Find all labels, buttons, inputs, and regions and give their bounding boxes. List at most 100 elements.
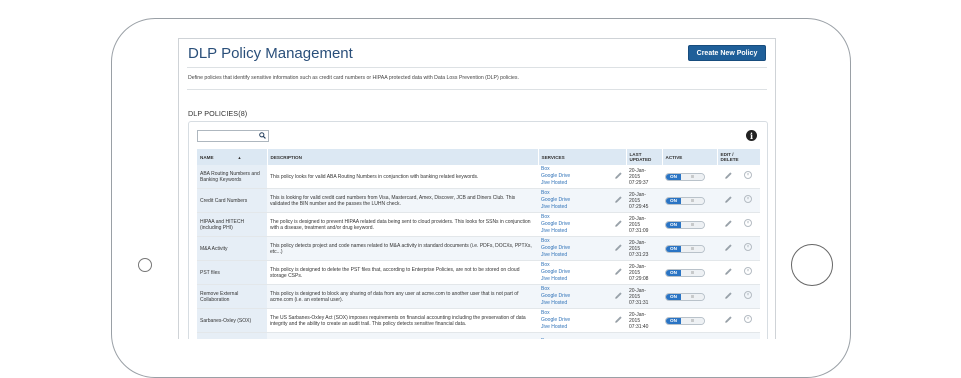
table-row: Remove External Collaboration This policy… — [197, 284, 760, 309]
active-toggle[interactable]: ON III — [665, 292, 705, 301]
policy-name[interactable]: ABA Routing Numbers and Banking Keywords — [197, 165, 267, 189]
edit-services-icon[interactable] — [614, 195, 623, 204]
policy-name[interactable]: US Social Security — [197, 332, 267, 339]
service-link[interactable]: Google Drive — [541, 245, 623, 252]
policy-name[interactable]: PST files — [197, 260, 267, 285]
policy-description: This is looking for valid credit card nu… — [267, 188, 538, 213]
search-input[interactable] — [198, 131, 260, 141]
active-cell: ONIII — [662, 188, 717, 213]
policy-description: This policy looks for valid ABA Routing … — [267, 165, 538, 189]
active-toggle[interactable]: ON III — [665, 316, 705, 325]
service-link[interactable]: Google Drive — [541, 221, 623, 228]
divider — [187, 89, 767, 90]
column-header-description: DESCRIPTION — [267, 149, 539, 165]
column-header-name[interactable]: NAME ▲ — [197, 149, 268, 165]
policy-name[interactable]: HIPAA and HITECH (including PHI) — [197, 212, 267, 237]
edit-policy-icon[interactable] — [724, 291, 733, 300]
service-link[interactable]: Google Drive — [541, 173, 623, 180]
edit-services-icon[interactable] — [614, 243, 623, 252]
tablet-camera — [138, 258, 152, 272]
service-link[interactable]: Jive Hosted — [541, 228, 623, 235]
service-link[interactable]: Jive Hosted — [541, 300, 623, 307]
column-header-last-updated: LAST UPDATED — [626, 149, 663, 165]
service-link[interactable]: Box — [541, 310, 623, 317]
delete-policy-icon[interactable]: × — [744, 267, 752, 275]
delete-policy-icon[interactable]: × — [744, 315, 752, 323]
service-link[interactable]: Google Drive — [541, 269, 623, 276]
edit-services-icon[interactable] — [614, 315, 623, 324]
last-updated-text: 07:29:08 — [629, 275, 649, 282]
page-description: Define policies that identify sensitive … — [188, 75, 519, 81]
toggle-on-label: ON — [666, 221, 681, 228]
edit-policy-icon[interactable] — [724, 315, 733, 324]
service-link[interactable]: Jive Hosted — [541, 204, 623, 211]
toggle-handle-icon: III — [681, 173, 704, 180]
service-link[interactable]: Google Drive — [541, 317, 623, 324]
policy-description: This policy is designed to block any sha… — [267, 284, 538, 309]
table-row: HIPAA and HITECH (including PHI) The poli… — [197, 212, 760, 237]
delete-policy-icon[interactable]: × — [744, 195, 752, 203]
toggle-handle-icon: III — [681, 221, 704, 228]
service-link[interactable]: Box — [541, 214, 623, 221]
last-updated-cell: 20-Jan- 2015 07:31:40 — [626, 308, 662, 333]
services-cell: Box Google Drive Jive Hosted — [538, 188, 626, 213]
toggle-on-label: ON — [666, 317, 681, 324]
delete-policy-icon[interactable]: × — [744, 219, 752, 227]
tablet-home-button — [791, 244, 833, 286]
column-header-active: ACTIVE — [662, 149, 718, 165]
edit-policy-icon[interactable] — [724, 267, 733, 276]
service-link[interactable]: Google Drive — [541, 197, 623, 204]
last-updated-cell: 20-Jan- 2015 07:31:23 — [626, 236, 662, 261]
service-link[interactable]: Box — [541, 190, 623, 197]
service-link[interactable]: Jive Hosted — [541, 252, 623, 259]
service-link[interactable]: Google Drive — [541, 293, 623, 300]
edit-policy-icon[interactable] — [724, 195, 733, 204]
active-toggle[interactable]: ON III — [665, 196, 705, 205]
service-link[interactable]: Jive Hosted — [541, 180, 623, 187]
policy-name[interactable]: M&A Activity — [197, 236, 267, 261]
policy-name[interactable]: Sarbanes-Oxley (SOX) — [197, 308, 267, 333]
delete-policy-icon[interactable]: × — [744, 243, 752, 251]
edit-policy-icon[interactable] — [724, 219, 733, 228]
policy-name[interactable]: Credit Card Numbers — [197, 188, 267, 213]
service-link[interactable]: Box — [541, 286, 623, 293]
policy-name[interactable]: Remove External Collaboration — [197, 284, 267, 309]
edit-services-icon[interactable] — [614, 291, 623, 300]
delete-policy-icon[interactable]: × — [744, 171, 752, 179]
active-toggle[interactable]: ON III — [665, 220, 705, 229]
table-row: ABA Routing Numbers and Banking Keywords… — [197, 165, 760, 189]
policies-table: NAME ▲ DESCRIPTION SERVICES LAST UPDATED A… — [197, 149, 761, 339]
service-link[interactable]: Box — [541, 262, 623, 269]
last-updated-cell: 20-Jan- 2015 07:29:45 — [626, 188, 662, 213]
sort-asc-icon[interactable]: ▲ — [238, 155, 242, 160]
table-row: Credit Card Numbers This is looking for v… — [197, 188, 760, 213]
active-cell: ONIII — [662, 284, 717, 309]
edit-services-icon[interactable] — [614, 171, 623, 180]
service-link[interactable]: Jive Hosted — [541, 276, 623, 283]
service-link[interactable]: Box — [541, 166, 623, 173]
info-icon[interactable]: i — [746, 130, 757, 141]
search-box[interactable] — [197, 130, 269, 142]
edit-services-icon[interactable] — [614, 219, 623, 228]
active-toggle[interactable]: ON III — [665, 244, 705, 253]
services-cell: Box Google Drive Jive Hosted — [538, 284, 626, 309]
last-updated-text: 07:29:37 — [629, 179, 649, 186]
services-cell: Box Google Drive Jive Hosted — [538, 236, 626, 261]
active-cell: ONIII — [662, 165, 717, 189]
edit-policy-icon[interactable] — [724, 171, 733, 180]
edit-policy-icon[interactable] — [724, 243, 733, 252]
edit-delete-cell: × — [717, 308, 760, 333]
edit-delete-cell: × — [717, 165, 760, 189]
active-toggle[interactable]: ON III — [665, 172, 705, 181]
delete-policy-icon[interactable]: × — [744, 291, 752, 299]
toggle-handle-icon: III — [681, 293, 704, 300]
edit-delete-cell: × — [717, 284, 760, 309]
divider — [187, 67, 767, 68]
service-link[interactable]: Box — [541, 238, 623, 245]
active-cell: ONIII — [662, 212, 717, 237]
service-link[interactable]: Jive Hosted — [541, 324, 623, 331]
search-icon[interactable] — [259, 132, 266, 139]
create-new-policy-button[interactable]: Create New Policy — [688, 45, 766, 61]
edit-services-icon[interactable] — [614, 267, 623, 276]
active-toggle[interactable]: ON III — [665, 268, 705, 277]
